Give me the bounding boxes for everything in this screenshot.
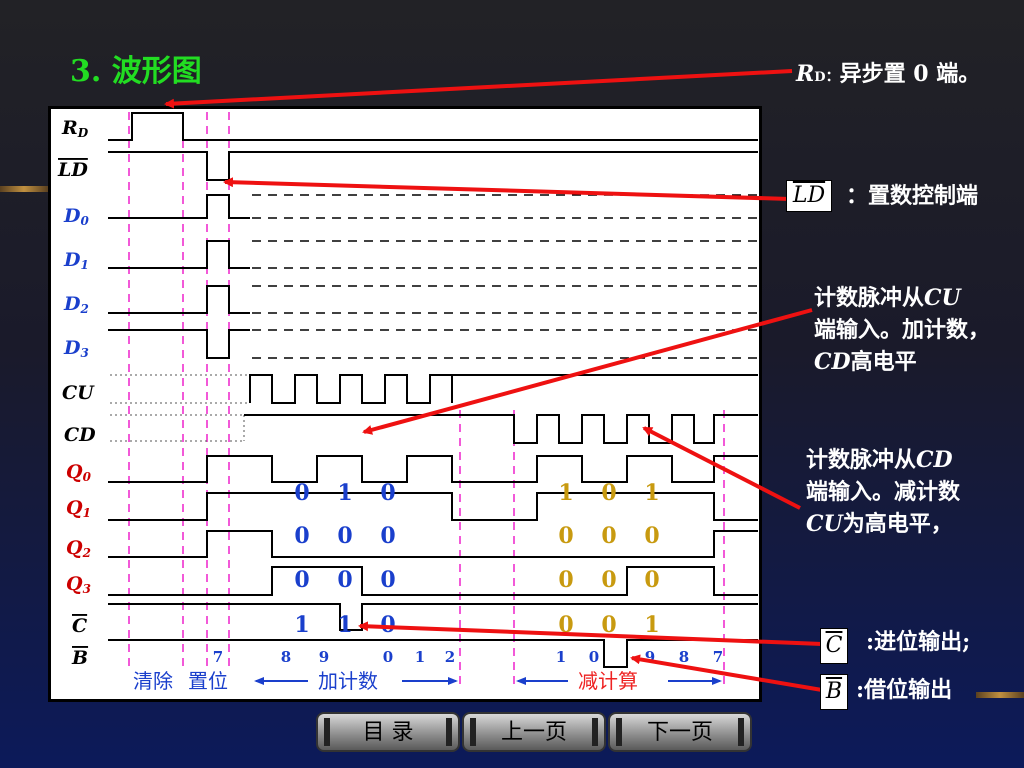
label-d1: D1 <box>63 249 89 272</box>
q1-wave <box>108 492 758 521</box>
up-count-annotation: 计数脉冲从CU 端输入。加计数， CD高电平 <box>814 285 991 375</box>
down-q0-v2: 1 <box>644 480 659 506</box>
label-cu: CU <box>62 382 95 404</box>
count-num-5: 2 <box>445 648 455 666</box>
up-c-v0: 1 <box>294 612 309 638</box>
count-num-0: 7 <box>213 648 223 666</box>
down-q0-v0: 1 <box>558 480 573 506</box>
count-num-4: 1 <box>415 648 425 666</box>
down-q2-v0: 0 <box>558 567 573 593</box>
b-box-label: B <box>820 674 848 710</box>
label-cd: CD <box>64 424 96 446</box>
ld-wave <box>108 151 758 181</box>
down-q2-v2: 0 <box>644 567 659 593</box>
prev-page-button[interactable]: 上一页 <box>462 712 606 752</box>
ld-annotation: ：置数控制端 <box>846 183 979 209</box>
label-q1: Q1 <box>66 497 91 520</box>
down-c-v2: 1 <box>644 612 659 638</box>
down-q1-v0: 0 <box>558 523 573 549</box>
up-q1-v2: 0 <box>380 523 395 549</box>
down-q1-v2: 0 <box>644 523 659 549</box>
rd-annotation: RD：异步置 0 端。 <box>796 61 981 87</box>
count-num-1: 8 <box>281 648 291 666</box>
ld-box-label: LD <box>786 180 832 212</box>
phase-down: 减计算 <box>578 669 638 693</box>
label-q3: Q3 <box>66 573 91 596</box>
label-d3: D3 <box>63 337 89 360</box>
up-q1-v1: 0 <box>337 523 352 549</box>
count-num-2: 9 <box>319 648 329 666</box>
label-d0: D0 <box>63 205 89 228</box>
cd-wave <box>244 414 758 444</box>
label-q2: Q2 <box>66 537 91 560</box>
down-count-annotation: 计数脉冲从CD 端输入。减计数 CU为高电平， <box>806 447 961 537</box>
q2-wave <box>108 530 758 558</box>
label-rd: RD <box>61 117 89 140</box>
count-num-7: 0 <box>589 648 599 666</box>
phase-clear: 清除 <box>133 669 173 693</box>
b-annotation: :借位输出 <box>856 677 953 703</box>
count-num-3: 0 <box>383 648 393 666</box>
up-q2-v0: 0 <box>294 567 309 593</box>
up-c-v1: 1 <box>337 612 352 638</box>
count-num-9: 8 <box>679 648 689 666</box>
up-q2-v1: 0 <box>337 567 352 593</box>
up-q1-v0: 0 <box>294 523 309 549</box>
down-q1-v1: 0 <box>601 523 616 549</box>
data-dashed <box>252 194 758 359</box>
count-num-6: 1 <box>556 648 566 666</box>
up-q0-v0: 0 <box>294 480 309 506</box>
down-q2-v1: 0 <box>601 567 616 593</box>
c-wave <box>108 603 758 631</box>
q0-wave <box>108 455 758 483</box>
toc-button[interactable]: 目 录 <box>316 712 460 752</box>
c-annotation: :进位输出; <box>866 629 971 655</box>
up-q0-v2: 0 <box>380 480 395 506</box>
up-q2-v2: 0 <box>380 567 395 593</box>
next-page-button[interactable]: 下一页 <box>608 712 752 752</box>
down-q0-v1: 0 <box>601 480 616 506</box>
label-c: C <box>72 615 87 637</box>
label-d2: D2 <box>63 293 89 316</box>
count-num-10: 7 <box>713 648 723 666</box>
c-box-label: C <box>820 628 848 664</box>
phase-preset: 置位 <box>188 669 228 693</box>
up-q0-v1: 1 <box>337 480 352 506</box>
q3-wave <box>108 566 758 596</box>
phase-up: 加计数 <box>318 669 378 693</box>
cu-wave <box>249 374 758 404</box>
rd-wave <box>108 112 758 141</box>
label-ld: LD <box>57 159 88 181</box>
label-q0: Q0 <box>66 461 92 484</box>
label-b: B <box>71 647 88 669</box>
